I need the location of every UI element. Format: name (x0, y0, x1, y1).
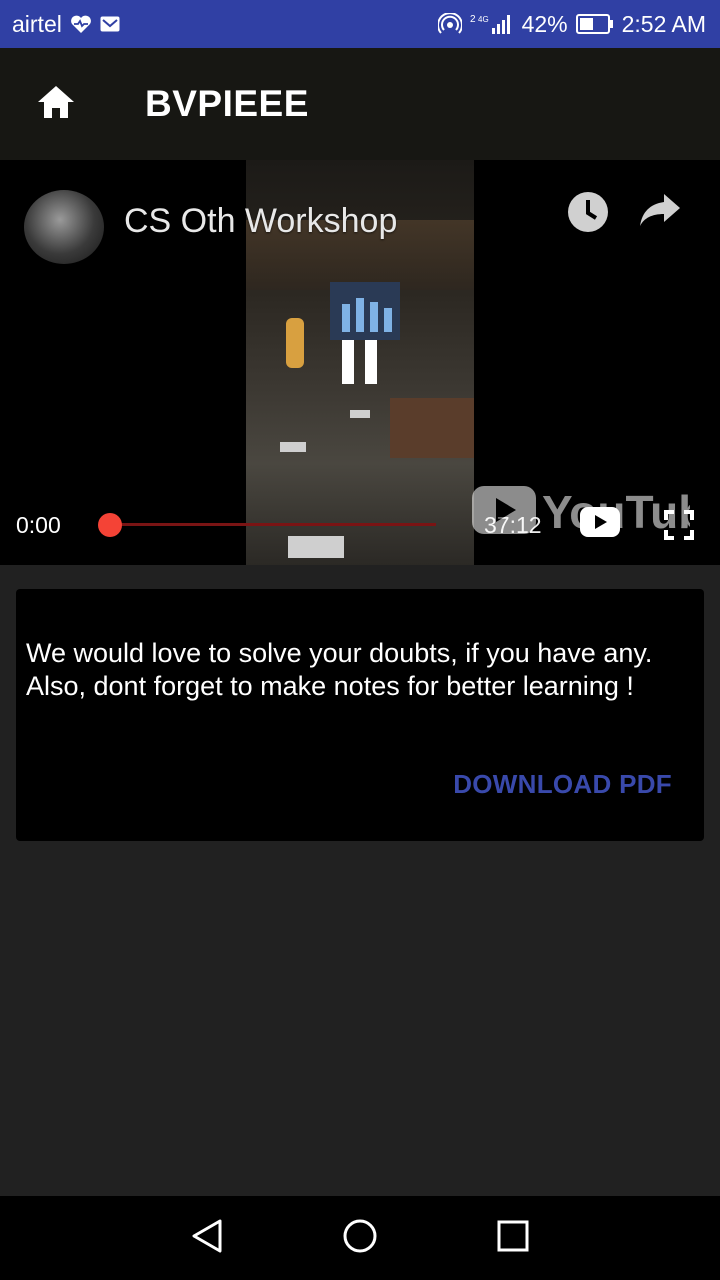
download-pdf-button[interactable]: DOWNLOAD PDF (453, 769, 672, 800)
video-scene-person (286, 318, 304, 368)
status-right: 2 4G 42% 2:52 AM (437, 10, 706, 38)
status-bar: airtel 2 4G 42% 2:52 AM (0, 0, 720, 48)
pause-icon-bar-left (342, 340, 354, 384)
mail-icon (100, 16, 120, 32)
navigation-bar (0, 1196, 720, 1280)
clock-icon (566, 192, 610, 238)
youtube-watch-button[interactable] (580, 507, 620, 542)
back-triangle-icon (190, 1218, 224, 1259)
watch-later-button[interactable] (566, 190, 610, 239)
info-message: We would love to solve your doubts, if y… (26, 638, 653, 701)
fullscreen-icon (664, 510, 694, 544)
progress-track[interactable] (110, 523, 436, 526)
share-button[interactable] (638, 190, 682, 235)
progress-knob[interactable] (98, 513, 122, 537)
app-title: BVPIEEE (145, 83, 309, 124)
svg-text:2: 2 (470, 14, 476, 25)
video-title[interactable]: CS Oth Workshop (124, 202, 397, 241)
screen: airtel 2 4G 42% 2:52 AM BVPIEEE CS Oth W… (0, 0, 720, 1280)
status-left: airtel (12, 11, 120, 38)
signal-icon: 2 4G (470, 12, 514, 36)
video-scene-projector-screen (330, 282, 400, 340)
health-heart-icon (70, 14, 92, 34)
info-card: We would love to solve your doubts, if y… (16, 589, 704, 841)
channel-avatar[interactable] (24, 190, 104, 264)
home-button[interactable] (0, 48, 112, 160)
time-current: 0:00 (16, 512, 61, 538)
pause-button[interactable] (340, 340, 378, 384)
home-nav-button[interactable] (330, 1208, 390, 1268)
hotspot-icon (437, 13, 462, 35)
recents-button[interactable] (483, 1208, 543, 1268)
clock-time: 2:52 AM (621, 10, 706, 37)
pause-icon-bar-right (365, 340, 377, 384)
battery-icon (575, 14, 614, 34)
video-player[interactable]: CS Oth Workshop 0:00 37:12 YouTube (0, 160, 720, 565)
share-arrow-icon (638, 194, 682, 234)
video-scene-floor-tile (280, 442, 306, 452)
home-icon (36, 84, 76, 125)
video-scene-floor-tile (288, 536, 344, 558)
video-scene-floor-tile (350, 410, 370, 418)
app-bar: BVPIEEE (0, 48, 720, 160)
home-circle-icon (342, 1218, 378, 1259)
svg-text:4G: 4G (478, 15, 489, 24)
fullscreen-button[interactable] (664, 510, 694, 545)
youtube-play-icon (580, 507, 620, 541)
battery-percent: 42% (521, 10, 568, 37)
recents-square-icon (496, 1219, 530, 1258)
carrier-label: airtel (12, 10, 62, 37)
video-scene-desk (390, 398, 474, 458)
back-button[interactable] (177, 1208, 237, 1268)
